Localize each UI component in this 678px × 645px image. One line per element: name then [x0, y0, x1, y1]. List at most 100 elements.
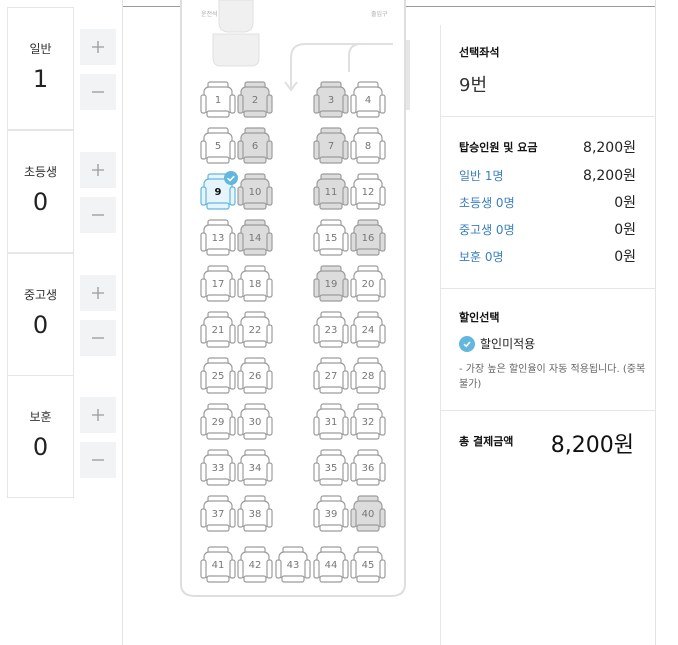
seat-34[interactable]: 34 — [237, 449, 273, 486]
increase-veteran-button[interactable] — [80, 397, 116, 433]
seat-number: 23 — [325, 325, 338, 336]
seat-number: 9 — [215, 187, 222, 198]
seat-number: 18 — [249, 279, 262, 290]
seat-number: 42 — [249, 560, 262, 571]
seat-41[interactable]: 41 — [200, 546, 236, 583]
seat-number: 17 — [212, 279, 225, 290]
fare-label: 초등생 0명 — [459, 195, 515, 210]
total-amount: 8,200원 — [550, 433, 634, 458]
seat-number: 27 — [325, 371, 338, 382]
seat-number: 45 — [362, 560, 375, 571]
seat-28[interactable]: 28 — [350, 357, 386, 394]
seat-22[interactable]: 22 — [237, 311, 273, 348]
passenger-type-label: 초등생 — [23, 165, 58, 179]
seat-number: 39 — [325, 509, 338, 520]
seat-36[interactable]: 36 — [350, 449, 386, 486]
seat-2: 2 — [237, 81, 273, 118]
seat-20[interactable]: 20 — [350, 265, 386, 302]
discount-option-label: 할인미적용 — [480, 337, 536, 351]
discount-section: 할인선택 할인미적용 - 가장 높은 할인율이 자동 적용됩니다. (중복불가) — [441, 289, 656, 411]
seat-number: 7 — [328, 141, 334, 152]
seat-12[interactable]: 12 — [350, 173, 386, 210]
seat-37[interactable]: 37 — [200, 495, 236, 532]
seat-number: 12 — [362, 187, 375, 198]
seat-number: 8 — [365, 141, 371, 152]
seat-4[interactable]: 4 — [350, 81, 386, 118]
seat-number: 5 — [215, 141, 221, 152]
seat-27[interactable]: 27 — [313, 357, 349, 394]
seat-45[interactable]: 45 — [350, 546, 386, 583]
fare-label: 보훈 0명 — [459, 249, 504, 264]
seat-29[interactable]: 29 — [200, 403, 236, 440]
decrease-student-button[interactable] — [80, 320, 116, 356]
discount-note: - 가장 높은 할인율이 자동 적용됩니다. (중복불가) — [459, 364, 646, 390]
seat-number: 36 — [362, 463, 375, 474]
seat-number: 22 — [249, 325, 262, 336]
seat-44[interactable]: 44 — [313, 546, 349, 583]
seat-13[interactable]: 13 — [200, 219, 236, 256]
fare-header-label: 탑승인원 및 요금 — [459, 141, 538, 154]
decrease-general-button[interactable] — [80, 74, 116, 110]
passenger-card: 중고생 0 — [7, 253, 74, 376]
fare-label: 중고생 0명 — [459, 222, 515, 237]
passenger-card: 보훈 0 — [7, 375, 74, 498]
seat-3: 3 — [313, 81, 349, 118]
seat-26[interactable]: 26 — [237, 357, 273, 394]
seat-43[interactable]: 43 — [275, 546, 311, 583]
seat-39[interactable]: 39 — [313, 495, 349, 532]
increase-elementary-button[interactable] — [80, 152, 116, 188]
bus-seat-map: 운전석 출입구 1 2 3 45 6 7 89 10 11 1213 14 15 1617 18 19 202… — [180, 0, 410, 597]
seat-number: 31 — [325, 417, 338, 428]
passenger-count: 1 — [32, 65, 49, 93]
check-circle-icon — [459, 335, 475, 352]
seat-14: 14 — [237, 219, 273, 256]
seat-number: 38 — [249, 509, 262, 520]
seat-8[interactable]: 8 — [350, 127, 386, 164]
increase-general-button[interactable] — [80, 29, 116, 65]
seat-23[interactable]: 23 — [313, 311, 349, 348]
seat-38[interactable]: 38 — [237, 495, 273, 532]
seat-15[interactable]: 15 — [313, 219, 349, 256]
driver-seat-label: 운전석 — [201, 10, 218, 18]
fare-row-elementary: 초등생 0명 0원 — [459, 192, 636, 212]
seat-number: 35 — [325, 463, 338, 474]
seat-24[interactable]: 24 — [350, 311, 386, 348]
passenger-type-label: 보훈 — [29, 410, 52, 424]
passenger-count: 0 — [32, 188, 49, 216]
seat-1[interactable]: 1 — [200, 81, 236, 118]
seat-7: 7 — [313, 127, 349, 164]
decrease-veteran-button[interactable] — [80, 442, 116, 478]
seat-5[interactable]: 5 — [200, 127, 236, 164]
plus-icon — [92, 164, 104, 176]
discount-option-none[interactable]: 할인미적용 — [459, 335, 535, 352]
minus-icon — [92, 91, 104, 93]
increase-student-button[interactable] — [80, 275, 116, 311]
seat-25[interactable]: 25 — [200, 357, 236, 394]
seat-42[interactable]: 42 — [237, 546, 273, 583]
seat-number: 30 — [249, 417, 262, 428]
seat-number: 33 — [212, 463, 225, 474]
seat-19: 19 — [313, 265, 349, 302]
seat-32[interactable]: 32 — [350, 403, 386, 440]
seat-number: 10 — [249, 187, 262, 198]
seat-30[interactable]: 30 — [237, 403, 273, 440]
seat-number: 11 — [325, 187, 338, 198]
passenger-group-student: 중고생 0 — [7, 253, 122, 376]
seat-17[interactable]: 17 — [200, 265, 236, 302]
seat-number: 6 — [252, 141, 258, 152]
fare-section: 탑승인원 및 요금 8,200원 일반 1명 8,200원 초등생 0명 0원 … — [441, 117, 656, 289]
seat-18[interactable]: 18 — [237, 265, 273, 302]
seat-31[interactable]: 31 — [313, 403, 349, 440]
decrease-elementary-button[interactable] — [80, 197, 116, 233]
seat-number: 24 — [362, 325, 375, 336]
fare-label: 일반 1명 — [459, 168, 504, 183]
seat-number: 43 — [287, 560, 300, 571]
seat-number: 25 — [212, 371, 225, 382]
seat-21[interactable]: 21 — [200, 311, 236, 348]
seat-33[interactable]: 33 — [200, 449, 236, 486]
seat-number: 15 — [325, 233, 338, 244]
seat-number: 32 — [362, 417, 375, 428]
seat-10: 10 — [237, 173, 273, 210]
booking-summary-panel: 선택좌석 9번 탑승인원 및 요금 8,200원 일반 1명 8,200원 초등… — [440, 25, 656, 645]
seat-35[interactable]: 35 — [313, 449, 349, 486]
